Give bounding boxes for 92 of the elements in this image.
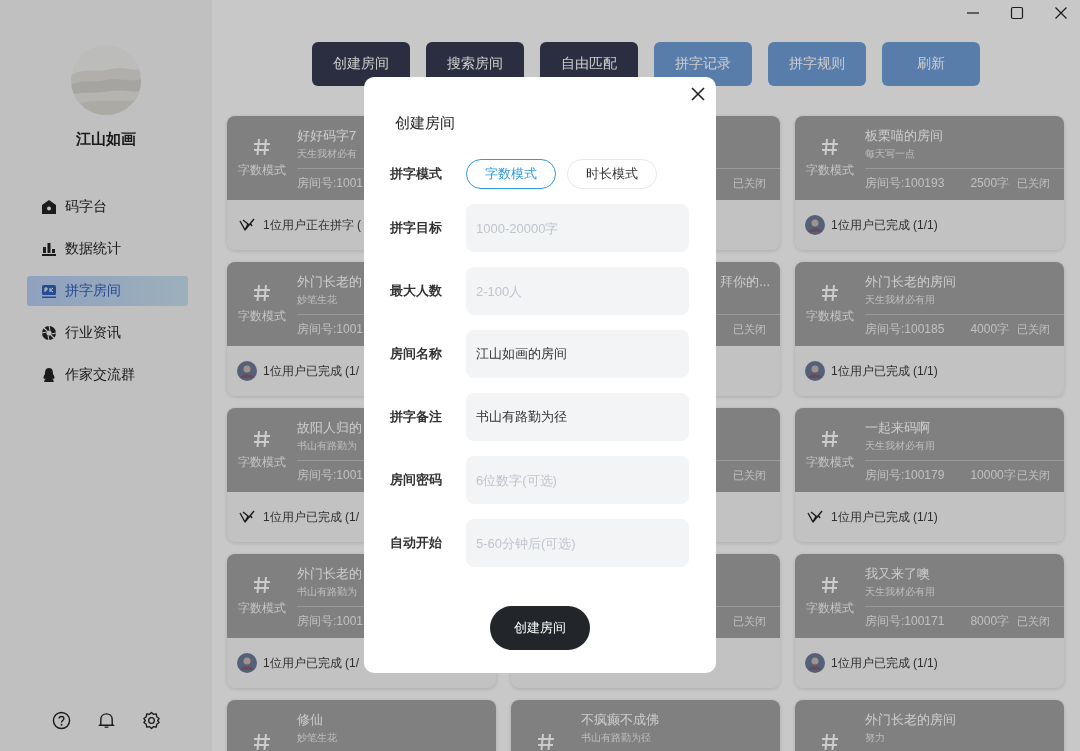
hash-icon (253, 137, 271, 156)
avatar (805, 215, 825, 235)
bar-chart-icon (40, 241, 57, 257)
room-status: 已关闭 (1017, 613, 1050, 629)
nav-item[interactable]: 数据统计 (26, 234, 188, 264)
avatar (805, 653, 825, 673)
participant-summary: 1位用户正在拼字 ( (263, 216, 361, 234)
bell-icon[interactable] (96, 711, 116, 730)
room-title: 外门长老的 (297, 273, 363, 291)
hash-icon (253, 429, 271, 448)
word-target: 10000字 (970, 466, 1016, 484)
room-mode: 字数模式 (806, 307, 854, 325)
hash-icon (253, 575, 271, 594)
nav-item[interactable]: 拼字房间 (26, 276, 188, 306)
field-label: 最大人数 (390, 282, 443, 300)
participant-summary: 1位用户已完成 (1/1) (831, 362, 938, 380)
avatar (237, 361, 257, 381)
participant-summary: 1位用户已完成 (1/ (263, 654, 359, 672)
room-mode: 字数模式 (806, 599, 854, 617)
dialog-title: 创建房间 (395, 113, 456, 133)
avatar (237, 653, 257, 673)
user-name: 江山如画 (76, 130, 136, 149)
participant-summary: 1位用户已完成 (1/1) (831, 508, 938, 526)
input-field[interactable]: 书山有路勤为径 (466, 393, 689, 441)
home-icon (40, 199, 57, 215)
room-number: 房间号:100193 (865, 174, 945, 192)
close-icon[interactable] (690, 86, 706, 102)
room-mode: 字数模式 (238, 453, 286, 471)
participant-summary: 1位用户已完成 (1/ (263, 508, 359, 526)
room-title: 板栗喵的房间 (865, 127, 944, 145)
room-title: 外门长老的房间 (865, 273, 957, 291)
mode-option[interactable]: 时长模式 (567, 159, 657, 189)
room-mode: 字数模式 (238, 161, 286, 179)
room-number: 房间号:1001 (297, 612, 364, 630)
room-number: 房间号:100185 (865, 320, 945, 338)
hash-icon (821, 733, 839, 751)
maximize-icon[interactable] (1010, 6, 1024, 20)
hash-icon (821, 137, 839, 156)
avatar (805, 361, 825, 381)
room-number: 房间号:100171 (865, 612, 945, 630)
word-target: 2500字 (970, 174, 1010, 192)
settings-icon[interactable] (141, 711, 161, 730)
toolbar-button[interactable]: 创建房间 (312, 42, 410, 86)
room-mode: 字数模式 (806, 453, 854, 471)
field-label: 拼字目标 (390, 219, 443, 237)
hash-icon (253, 283, 271, 302)
room-title: 故阳人归的 (297, 419, 363, 437)
participant-summary: 1位用户已完成 (1/1) (831, 654, 938, 672)
aperture-icon (40, 325, 57, 341)
room-mode: 字数模式 (806, 161, 854, 179)
room-title: 外门长老的房间 (865, 711, 957, 729)
room-number: 房间号:1001 (297, 320, 364, 338)
room-title: 外门长老的 (297, 565, 363, 583)
field-label: 房间密码 (390, 471, 443, 489)
room-title: 不疯癫不成佛 (581, 711, 660, 729)
participant-summary: 1位用户已完成 (1/ (263, 362, 359, 380)
room-status: 已关闭 (733, 321, 766, 337)
field-label: 拼字备注 (390, 408, 443, 426)
room-mode: 字数模式 (238, 307, 286, 325)
room-status: 已关闭 (733, 175, 766, 191)
room-number: 房间号:1001 (297, 174, 364, 192)
hash-icon (253, 733, 271, 751)
room-status: 已关闭 (1017, 467, 1050, 483)
room-status: 已关闭 (733, 467, 766, 483)
room-title: 好好码字7 (297, 127, 358, 145)
room-mode: 字数模式 (238, 599, 286, 617)
room-subtitle: 努力 (865, 731, 885, 745)
nav-item[interactable]: 作家交流群 (26, 360, 188, 390)
hash-icon (537, 733, 555, 751)
room-status: 已关闭 (1017, 175, 1050, 191)
word-target: 8000字 (970, 612, 1010, 630)
room-status: 已关闭 (1017, 321, 1050, 337)
close-icon[interactable] (1054, 6, 1068, 20)
field-label: 房间名称 (390, 345, 443, 363)
hash-icon (821, 283, 839, 302)
create-room-button[interactable]: 创建房间 (490, 606, 590, 650)
input-field[interactable]: 江山如画的房间 (466, 330, 689, 378)
room-title: 拜你的... (720, 273, 771, 291)
word-target: 4000字 (970, 320, 1010, 338)
room-status: 已关闭 (733, 613, 766, 629)
field-label: 拼字模式 (390, 165, 443, 183)
room-number: 房间号:1001 (297, 466, 364, 484)
nav-item[interactable]: 行业资讯 (26, 318, 188, 348)
room-title: 我又来了噢 (865, 565, 931, 583)
participant-summary: 1位用户已完成 (1/1) (831, 216, 938, 234)
nav-item[interactable]: 码字台 (26, 192, 188, 222)
room-title: 修仙 (297, 711, 324, 729)
hash-icon (821, 575, 839, 594)
hash-icon (821, 429, 839, 448)
room-number: 房间号:100179 (865, 466, 945, 484)
pk-badge-icon (40, 283, 57, 299)
help-icon[interactable] (51, 711, 71, 730)
